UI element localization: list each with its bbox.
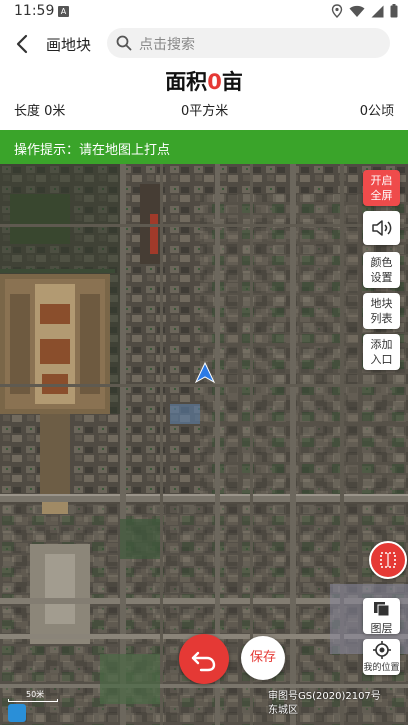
page-title: 画地块 — [46, 36, 92, 54]
speaker-icon — [371, 220, 391, 236]
fullscreen-label-2: 全屏 — [370, 189, 393, 202]
layers-icon — [373, 602, 389, 617]
location-status-icon — [331, 4, 343, 18]
map-copyright: 审图号GS(2020)2107号 北京市东城区 — [268, 690, 400, 718]
status-icons — [331, 4, 398, 18]
back-arrow-icon — [16, 34, 28, 54]
add-entry-button[interactable]: 添加 入口 — [363, 334, 400, 370]
back-button[interactable] — [12, 32, 34, 56]
location-target-icon — [372, 641, 391, 659]
my-location-button[interactable]: 我的位置 — [363, 639, 400, 675]
add-entry-label-2: 入口 — [370, 353, 393, 366]
add-entry-label-1: 添加 — [370, 338, 393, 351]
my-location-label: 我的位置 — [363, 663, 400, 673]
area-value: 0 — [207, 70, 222, 94]
plot-list-label-1: 地块 — [370, 297, 393, 310]
length-stat: 长度 0米 — [14, 104, 66, 119]
area-unit: 亩 — [221, 70, 243, 94]
layers-button[interactable]: 图层 — [363, 598, 400, 635]
hectares-stat: 0公顷 — [359, 104, 394, 119]
status-bar: 11:59 A — [0, 0, 408, 24]
plot-list-label-2: 列表 — [370, 312, 393, 325]
square-meters-stat: 0平方米 — [181, 104, 229, 119]
sound-button[interactable] — [363, 211, 400, 245]
fullscreen-button[interactable]: 开启 全屏 — [363, 170, 400, 206]
undo-icon — [191, 651, 216, 672]
layers-label: 图层 — [370, 622, 393, 635]
tip-text: 操作提示：请在地图上打点 — [14, 143, 171, 158]
undo-button[interactable] — [179, 634, 229, 684]
color-settings-label-2: 设置 — [370, 271, 393, 284]
signal-icon — [371, 5, 384, 17]
area-title: 面积0亩 — [0, 66, 408, 96]
color-settings-label-1: 颜色 — [370, 256, 393, 269]
fullscreen-label-1: 开启 — [370, 174, 393, 187]
draw-area-icon — [380, 552, 396, 568]
navigation-arrow-icon — [195, 362, 215, 384]
tip-bar: 操作提示：请在地图上打点 — [0, 130, 408, 164]
wifi-icon — [349, 5, 365, 17]
satellite-map[interactable]: 开启 全屏 颜色 设置 地块 列表 添加 入口 图层 我的位置 保存 50米 审… — [0, 164, 408, 725]
search-input[interactable]: 点击搜索 — [107, 28, 390, 58]
draw-area-button[interactable] — [369, 541, 407, 579]
search-placeholder: 点击搜索 — [139, 37, 195, 53]
notification-badge-icon: A — [58, 6, 69, 17]
battery-icon — [390, 4, 398, 18]
search-icon — [116, 35, 132, 51]
color-settings-button[interactable]: 颜色 设置 — [363, 252, 400, 288]
place-name: 北京市东城区 — [268, 705, 298, 716]
map-logo-icon — [8, 704, 26, 722]
save-button[interactable]: 保存 — [241, 636, 285, 680]
area-prefix: 面积 — [165, 70, 208, 94]
copyright-text: 审图号GS(2020)2107号 — [268, 691, 381, 702]
status-time: 11:59 — [14, 3, 55, 19]
plot-list-button[interactable]: 地块 列表 — [363, 293, 400, 329]
scale-bar — [8, 699, 58, 702]
header: 画地块 点击搜索 — [0, 24, 408, 64]
